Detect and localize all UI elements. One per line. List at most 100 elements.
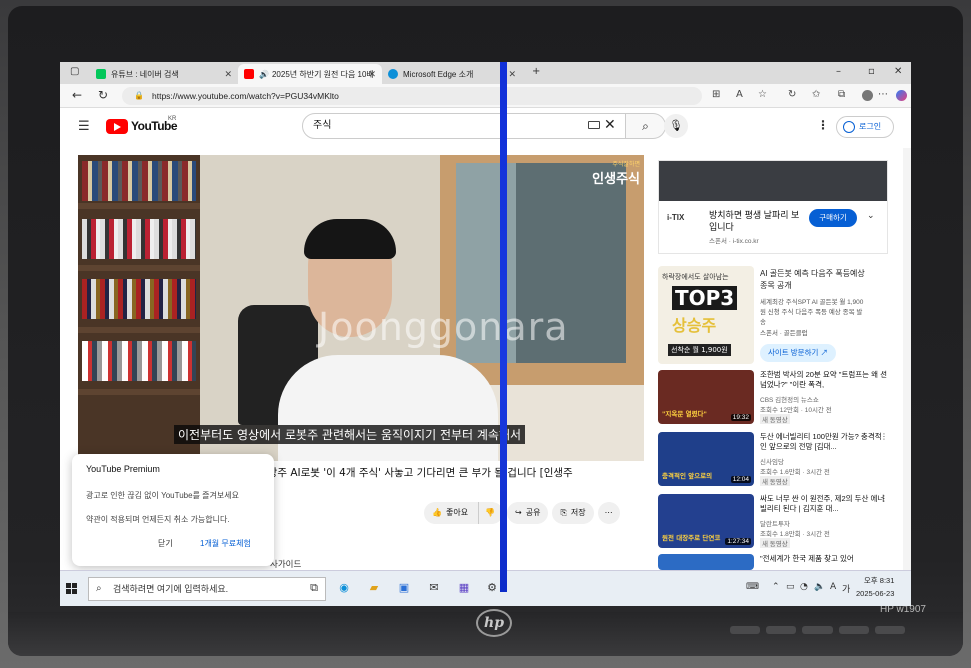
language-icon[interactable]: A — [830, 582, 836, 592]
presenter-hair — [304, 219, 396, 259]
search-input[interactable]: 주식 — [302, 113, 626, 139]
share-button[interactable]: ↪ 공유 — [507, 502, 549, 524]
taskbar-search-input[interactable]: ⌕ 검색하려면 여기에 입력하세요. — [88, 577, 326, 601]
app-grid-icon[interactable]: ⊞ — [712, 89, 720, 100]
edge-favicon-icon — [388, 69, 398, 79]
tab-youtube-video[interactable]: 🔊 2025년 하반기 원전 다음 10배 ✕ — [238, 64, 382, 84]
collections-icon[interactable]: ⧉ — [838, 89, 845, 100]
more-actions-icon[interactable]: ⋯ — [597, 502, 620, 524]
copilot-icon[interactable] — [896, 90, 907, 101]
promo-desc-line2: 원 신청 주식 다음주 폭등 예상 종목 발 — [760, 309, 863, 316]
back-icon[interactable]: ← — [72, 88, 82, 102]
refresh-icon[interactable]: ↻ — [98, 88, 108, 102]
related-thumbnail — [658, 554, 754, 570]
thumbs-down-icon[interactable]: 👎 — [478, 502, 495, 524]
close-tab-icon[interactable]: ✕ — [224, 69, 232, 80]
promo-title-line2[interactable]: 종목 공개 — [760, 280, 792, 291]
address-bar-row: ← ↻ 🔒 https://www.youtube.com/watch?v=PG… — [60, 84, 911, 108]
screen-artifact-line — [500, 62, 507, 592]
tab-actions-icon[interactable]: ▢ — [70, 66, 79, 77]
volume-icon[interactable]: 🔈 — [814, 582, 825, 592]
keyboard-tray-icon[interactable]: ⌨ — [746, 582, 759, 592]
maximize-button[interactable]: ▫ — [868, 66, 875, 77]
save-label: 저장 — [570, 508, 586, 517]
url-field[interactable]: 🔒 https://www.youtube.com/watch?v=PGU34v… — [122, 87, 702, 105]
close-tab-icon[interactable]: ✕ — [508, 69, 516, 80]
app-icon[interactable]: ▦ — [456, 580, 472, 596]
close-tab-icon[interactable]: ✕ — [368, 69, 376, 80]
network-icon[interactable]: ▭ — [786, 582, 795, 592]
youtube-favicon-icon — [244, 69, 254, 79]
more-options-icon[interactable]: ⋮ — [880, 494, 888, 503]
taskbar-search-placeholder: 검색하려면 여기에 입력하세요. — [113, 584, 229, 594]
speaker-icon: 🔊 — [259, 69, 269, 79]
settings-more-icon[interactable]: ⋮ — [817, 118, 829, 132]
edge-taskbar-icon[interactable]: ◉ — [336, 580, 352, 596]
popup-trial-button[interactable]: 1개월 무료체험 — [200, 538, 251, 549]
search-button[interactable]: ⌕ — [626, 113, 666, 139]
related-video[interactable]: "지옥문 열렸다" 19:32 조한범 박사의 20분 요약 "트럼프는 왜 선… — [658, 370, 890, 426]
favorites-icon[interactable]: ✩ — [812, 89, 820, 100]
video-title: 대장주 AI로봇 '이 4개 주식' 사놓고 기다리면 큰 부가 될 겁니다 [… — [258, 464, 648, 500]
bookmark-icon: ⎘ — [560, 508, 567, 517]
keyboard-icon[interactable] — [588, 121, 600, 129]
refresh-page-icon[interactable]: ↻ — [788, 89, 796, 100]
popup-close-button[interactable]: 닫기 — [158, 538, 173, 549]
profile-icon[interactable] — [862, 90, 873, 101]
share-label: 공유 — [525, 508, 541, 517]
menu-icon[interactable]: ☰ — [78, 119, 90, 134]
more-icon[interactable]: ⋯ — [878, 89, 888, 100]
like-button[interactable]: 👍 좋아요 👎 — [424, 502, 504, 524]
more-options-icon[interactable]: ⋮ — [880, 432, 888, 441]
share-icon: ↪ — [515, 508, 522, 517]
duration-badge: 1:27:34 — [725, 538, 751, 545]
clock-date: 2025-06-23 — [856, 589, 895, 598]
new-badge: 새 동영상 — [760, 538, 790, 548]
screen: ▢ 유튜브 : 네이버 검색 ✕ 🔊 2025년 하반기 원전 다음 10배 ✕… — [60, 62, 911, 606]
account-icon — [843, 121, 855, 133]
clear-search-icon[interactable]: ✕ — [604, 117, 616, 133]
settings-gear-icon[interactable]: ⚙ — [484, 580, 500, 596]
page-scrollbar[interactable] — [903, 148, 911, 570]
chevron-down-icon[interactable]: ⌄ — [867, 211, 875, 221]
video-title-line1: 대장주 AI로봇 '이 4개 주식' 사놓고 기다리면 큰 부가 될 겁니다 [… — [258, 467, 573, 479]
sponsored-ad[interactable]: i-TIX 방치하면 평생 날파리 보입니다 스폰서 · i-tix.co.kr… — [658, 160, 888, 254]
promo-thumbnail[interactable]: 하락장에서도 살아남는 TOP3 상승주 선착순 월 1,900원 — [658, 266, 754, 364]
video-player[interactable]: 주식잘하면 인생주식 Joonggonara 이전부터도 영상에서 로봇주 관련… — [78, 155, 644, 461]
mail-icon[interactable]: ✉ — [426, 580, 442, 596]
tab-label: 유튜브 : 네이버 검색 — [111, 69, 179, 79]
windows-start-icon[interactable] — [66, 583, 78, 595]
wifi-icon[interactable]: ◔ — [800, 582, 808, 592]
related-video[interactable]: "전세계가 한국 제품 찾고 있어 — [658, 554, 890, 570]
chevron-up-icon[interactable]: ⌃ — [772, 582, 780, 592]
youtube-logo-icon[interactable] — [106, 119, 128, 134]
related-video[interactable]: 원전 대장주로 단연코 1:27:34 싸도 너무 싼 이 원전주, 제2의 두… — [658, 494, 890, 550]
minimize-button[interactable]: – — [836, 66, 841, 77]
task-view-icon[interactable]: ⧉ — [306, 580, 322, 596]
promo-desc-line1: 세계최강 주식SPT AI 골든봇 월 1,900 — [760, 299, 864, 306]
more-options-icon[interactable]: ⋮ — [880, 370, 888, 379]
store-icon[interactable]: ▣ — [396, 580, 412, 596]
login-button[interactable]: 로그인 — [836, 116, 894, 138]
ad-buy-button[interactable]: 구매하기 — [809, 209, 857, 227]
related-video[interactable]: 충격적인 앞으로의 12:04 두산 에너빌리티 100만원 가능? 충격적인 … — [658, 432, 890, 488]
taskbar-clock[interactable]: 오후 8:31 2025-06-23 — [856, 574, 894, 600]
visit-site-button[interactable]: 사이트 방문하기 ↗ — [760, 344, 836, 362]
promo-thumb-mid: 상승주 — [672, 316, 717, 335]
close-window-button[interactable]: ✕ — [894, 66, 902, 77]
tab-label: Microsoft Edge 소개 — [403, 69, 474, 79]
favorite-star-icon[interactable]: ☆ — [758, 89, 767, 100]
tab-naver-search[interactable]: 유튜브 : 네이버 검색 ✕ — [90, 64, 238, 84]
related-stats: 조회수 12만회 · 10시간 전 — [760, 407, 832, 414]
save-button[interactable]: ⎘ 저장 — [552, 502, 594, 524]
voice-search-icon[interactable]: 🎙 — [664, 114, 688, 138]
channel-logo-sub: 주식잘하면 — [612, 161, 640, 168]
ime-icon[interactable]: 가 — [842, 582, 850, 595]
read-aloud-icon[interactable]: A — [736, 89, 743, 100]
promo-title-line1[interactable]: AI 골든봇 예측 다음주 폭등예상 — [760, 268, 865, 279]
promo-sponsor: 스폰서 · 골든클럽 — [760, 330, 808, 337]
youtube-header: ☰ YouTube KR 주식 ✕ ⌕ 🎙 ⋮ 로그인 — [60, 108, 911, 148]
file-explorer-icon[interactable]: ▰ — [366, 580, 382, 596]
new-tab-button[interactable]: + — [532, 66, 540, 77]
hp-logo: hp — [476, 609, 512, 637]
